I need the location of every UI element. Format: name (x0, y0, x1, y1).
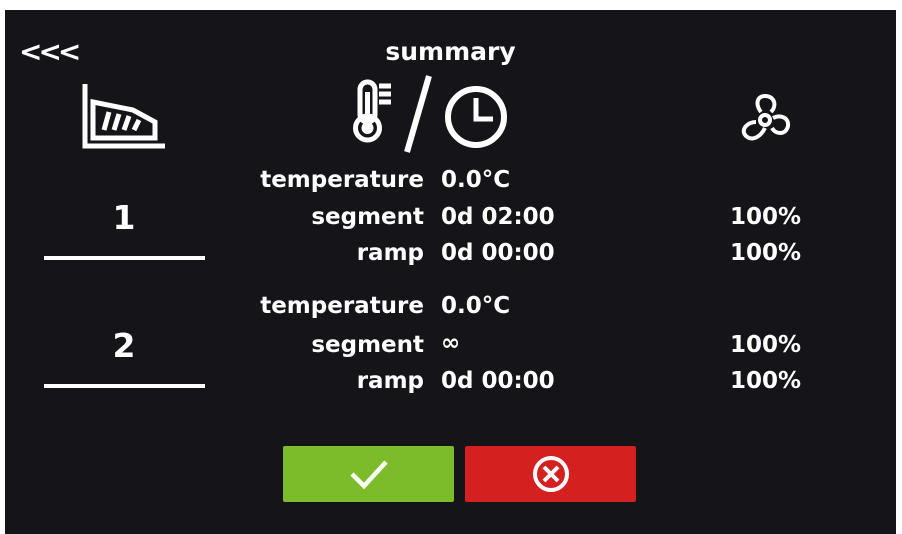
segment-2-number: 2 (112, 326, 136, 365)
segment-2-ramp-fan: 100% (730, 368, 802, 394)
segment-1-temperature-value: 0.0°C (441, 167, 511, 193)
segment-1-ramp-fan: 100% (730, 240, 802, 266)
segment-1-divider (44, 256, 205, 260)
segment-1-number: 1 (112, 198, 136, 237)
segment-2-segment-fan: 100% (730, 332, 802, 358)
thermometer-clock-icon (351, 72, 516, 156)
cancel-button[interactable] (465, 446, 636, 502)
segment-1-segment-value: 0d 02:00 (441, 204, 555, 230)
segment-2-temperature-value: 0.0°C (441, 293, 511, 319)
segment-2-segment-label: segment (311, 332, 424, 358)
segment-2-temperature-label: temperature (260, 293, 424, 319)
segment-2-ramp-label: ramp (356, 368, 424, 394)
close-circle-icon (532, 456, 569, 492)
page-title: summary (385, 37, 516, 66)
profile-chart-icon (79, 80, 169, 150)
segment-1-segment-fan: 100% (730, 204, 802, 230)
segment-2-segment-value: ∞ (441, 330, 461, 356)
segment-1-ramp-label: ramp (356, 240, 424, 266)
segment-1-segment-label: segment (311, 204, 424, 230)
segment-2-divider (44, 384, 205, 388)
screen: <<< summary 1 temperature 0.0°C segment … (5, 10, 896, 534)
check-icon (349, 460, 388, 490)
segment-1-temperature-label: temperature (260, 167, 424, 193)
confirm-button[interactable] (283, 446, 454, 502)
fan-icon (735, 90, 795, 150)
segment-2-ramp-value: 0d 00:00 (441, 368, 555, 394)
segment-1-ramp-value: 0d 00:00 (441, 240, 555, 266)
